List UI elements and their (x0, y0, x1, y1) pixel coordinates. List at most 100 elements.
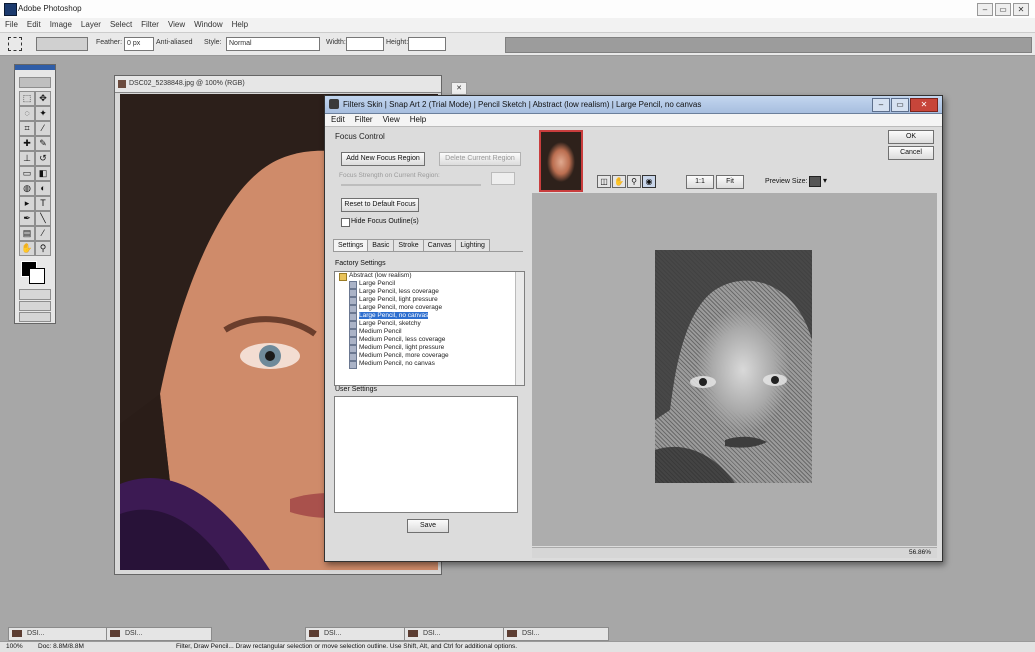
zoom-tool-icon[interactable]: ⚲ (35, 241, 51, 256)
dialog-menu-filter[interactable]: Filter (349, 114, 377, 124)
crop-tool-icon[interactable]: ⌗ (19, 121, 35, 136)
zoom-fit-button[interactable]: Fit (716, 175, 744, 189)
menu-window[interactable]: Window (189, 18, 226, 29)
document-title-bar[interactable]: DSC02_5238848.jpg @ 100% (RGB) –▭✕ (115, 76, 467, 95)
cancel-button[interactable]: Cancel (888, 146, 934, 160)
pen-tool-icon[interactable]: ✒ (19, 211, 35, 226)
shape-tool-icon[interactable]: ╲ (35, 211, 51, 226)
minimized-document[interactable]: DSI... (305, 627, 411, 641)
dialog-menu-help[interactable]: Help (404, 114, 430, 124)
tree-item[interactable]: Medium Pencil (335, 328, 524, 337)
zoom-1to1-button[interactable]: 1:1 (686, 175, 714, 189)
tree-item[interactable]: Large Pencil, sketchy (335, 320, 524, 329)
eraser-tool-icon[interactable]: ▭ (19, 166, 35, 181)
selection-mode-icons[interactable] (36, 37, 88, 51)
gradient-tool-icon[interactable]: ◧ (35, 166, 51, 181)
split-view-icon[interactable]: ◫ (597, 175, 611, 188)
dodge-tool-icon[interactable]: ◐ (35, 181, 51, 196)
stamp-tool-icon[interactable]: ⊥ (19, 151, 35, 166)
menu-view[interactable]: View (163, 18, 189, 29)
maximize-button[interactable]: ▭ (995, 3, 1011, 16)
tree-item[interactable]: Medium Pencil, less coverage (335, 336, 524, 345)
healing-brush-icon[interactable]: ✚ (19, 136, 35, 151)
tree-item[interactable]: Medium Pencil, no canvas (335, 360, 524, 369)
history-brush-icon[interactable]: ↺ (35, 151, 51, 166)
add-focus-region-button[interactable]: Add New Focus Region (341, 152, 425, 166)
delete-focus-region-button[interactable]: Delete Current Region (439, 152, 521, 166)
tree-item[interactable]: Medium Pencil, more coverage (335, 352, 524, 361)
tree-item[interactable]: Large Pencil, more coverage (335, 304, 524, 313)
navigator-thumbnail[interactable] (539, 130, 583, 192)
imageready-icon[interactable] (19, 312, 51, 322)
minimized-document[interactable]: DSI... (106, 627, 212, 641)
tree-item[interactable]: Medium Pencil, light pressure (335, 344, 524, 353)
menu-edit[interactable]: Edit (22, 18, 45, 29)
tree-item[interactable]: Large Pencil, light pressure (335, 296, 524, 305)
close-button[interactable]: ✕ (1013, 3, 1029, 16)
feather-input[interactable]: 0 px (124, 37, 154, 51)
eyedropper-icon[interactable]: ⁄ (35, 226, 51, 241)
marquee-tool-icon[interactable] (8, 37, 22, 51)
dialog-minimize-button[interactable]: – (872, 98, 890, 112)
hand-tool-icon[interactable]: ✋ (19, 241, 35, 256)
tab-lighting[interactable]: Lighting (455, 239, 490, 251)
height-input[interactable] (408, 37, 446, 51)
menu-layer[interactable]: Layer (76, 18, 105, 29)
chevron-down-icon[interactable]: ▾ (823, 176, 827, 185)
path-select-icon[interactable]: ▸ (19, 196, 35, 211)
presets-tree[interactable]: Abstract (low realism) Large Pencil Larg… (334, 271, 525, 386)
magic-wand-icon[interactable]: ✦ (35, 106, 51, 121)
menu-filter[interactable]: Filter (136, 18, 163, 29)
type-tool-icon[interactable]: T (35, 196, 51, 211)
reset-focus-button[interactable]: Reset to Default Focus (341, 198, 419, 212)
focus-strength-slider[interactable] (341, 184, 481, 186)
blur-tool-icon[interactable]: ◍ (19, 181, 35, 196)
tree-item[interactable]: Large Pencil (335, 280, 524, 289)
move-tool-icon[interactable]: ✥ (35, 91, 51, 106)
menu-help[interactable]: Help (227, 18, 252, 29)
screen-mode-icon[interactable] (19, 301, 51, 311)
dialog-menu-view[interactable]: View (377, 114, 404, 124)
background-color-swatch[interactable] (29, 268, 45, 284)
ok-button[interactable]: OK (888, 130, 934, 144)
tab-canvas[interactable]: Canvas (422, 239, 457, 251)
brush-tool-icon[interactable]: ✎ (35, 136, 51, 151)
adobe-logo-icon[interactable] (19, 77, 51, 88)
dialog-close-button[interactable]: ✕ (910, 98, 938, 112)
preview-size-icon[interactable] (809, 176, 821, 187)
dialog-menu-edit[interactable]: Edit (325, 114, 349, 124)
antialiased-checkbox[interactable]: Anti-aliased (156, 39, 193, 46)
quick-mask-icon[interactable] (19, 289, 51, 300)
hide-focus-checkbox[interactable] (341, 218, 350, 227)
menu-image[interactable]: Image (45, 18, 76, 29)
hand-icon[interactable]: ✋ (612, 175, 626, 188)
minimized-document[interactable]: DSI... (8, 627, 114, 641)
tree-root-item[interactable]: Abstract (low realism) (335, 272, 524, 281)
slice-tool-icon[interactable]: ⁄ (35, 121, 51, 136)
menu-select[interactable]: Select (105, 18, 136, 29)
tree-scrollbar[interactable] (515, 272, 524, 385)
menu-file[interactable]: File (0, 18, 22, 29)
minimize-button[interactable]: – (977, 3, 993, 16)
focus-icon[interactable]: ◉ (642, 175, 656, 188)
toolbox-header[interactable] (15, 65, 55, 70)
minimized-document[interactable]: DSI... (404, 627, 510, 641)
tree-item[interactable]: Large Pencil, less coverage (335, 288, 524, 297)
tree-item-selected[interactable]: Large Pencil, no canvas (335, 312, 524, 321)
doc-close-button[interactable]: ✕ (451, 82, 467, 95)
tab-basic[interactable]: Basic (367, 239, 395, 251)
tab-stroke[interactable]: Stroke (393, 239, 424, 251)
tab-settings[interactable]: Settings (333, 239, 369, 251)
zoom-icon[interactable]: ⚲ (627, 175, 641, 188)
lasso-tool-icon[interactable]: ◌ (19, 106, 35, 121)
dialog-title-bar[interactable]: Filters Skin | Snap Art 2 (Trial Mode) |… (325, 96, 942, 114)
preview-area[interactable] (532, 193, 937, 546)
dialog-maximize-button[interactable]: ▭ (891, 98, 909, 112)
notes-tool-icon[interactable]: ▤ (19, 226, 35, 241)
focus-strength-input[interactable] (491, 172, 515, 185)
minimized-document[interactable]: DSI... (503, 627, 609, 641)
width-input[interactable] (346, 37, 384, 51)
user-settings-list[interactable] (334, 396, 518, 513)
style-select[interactable]: Normal (226, 37, 320, 51)
save-button[interactable]: Save (407, 519, 449, 533)
